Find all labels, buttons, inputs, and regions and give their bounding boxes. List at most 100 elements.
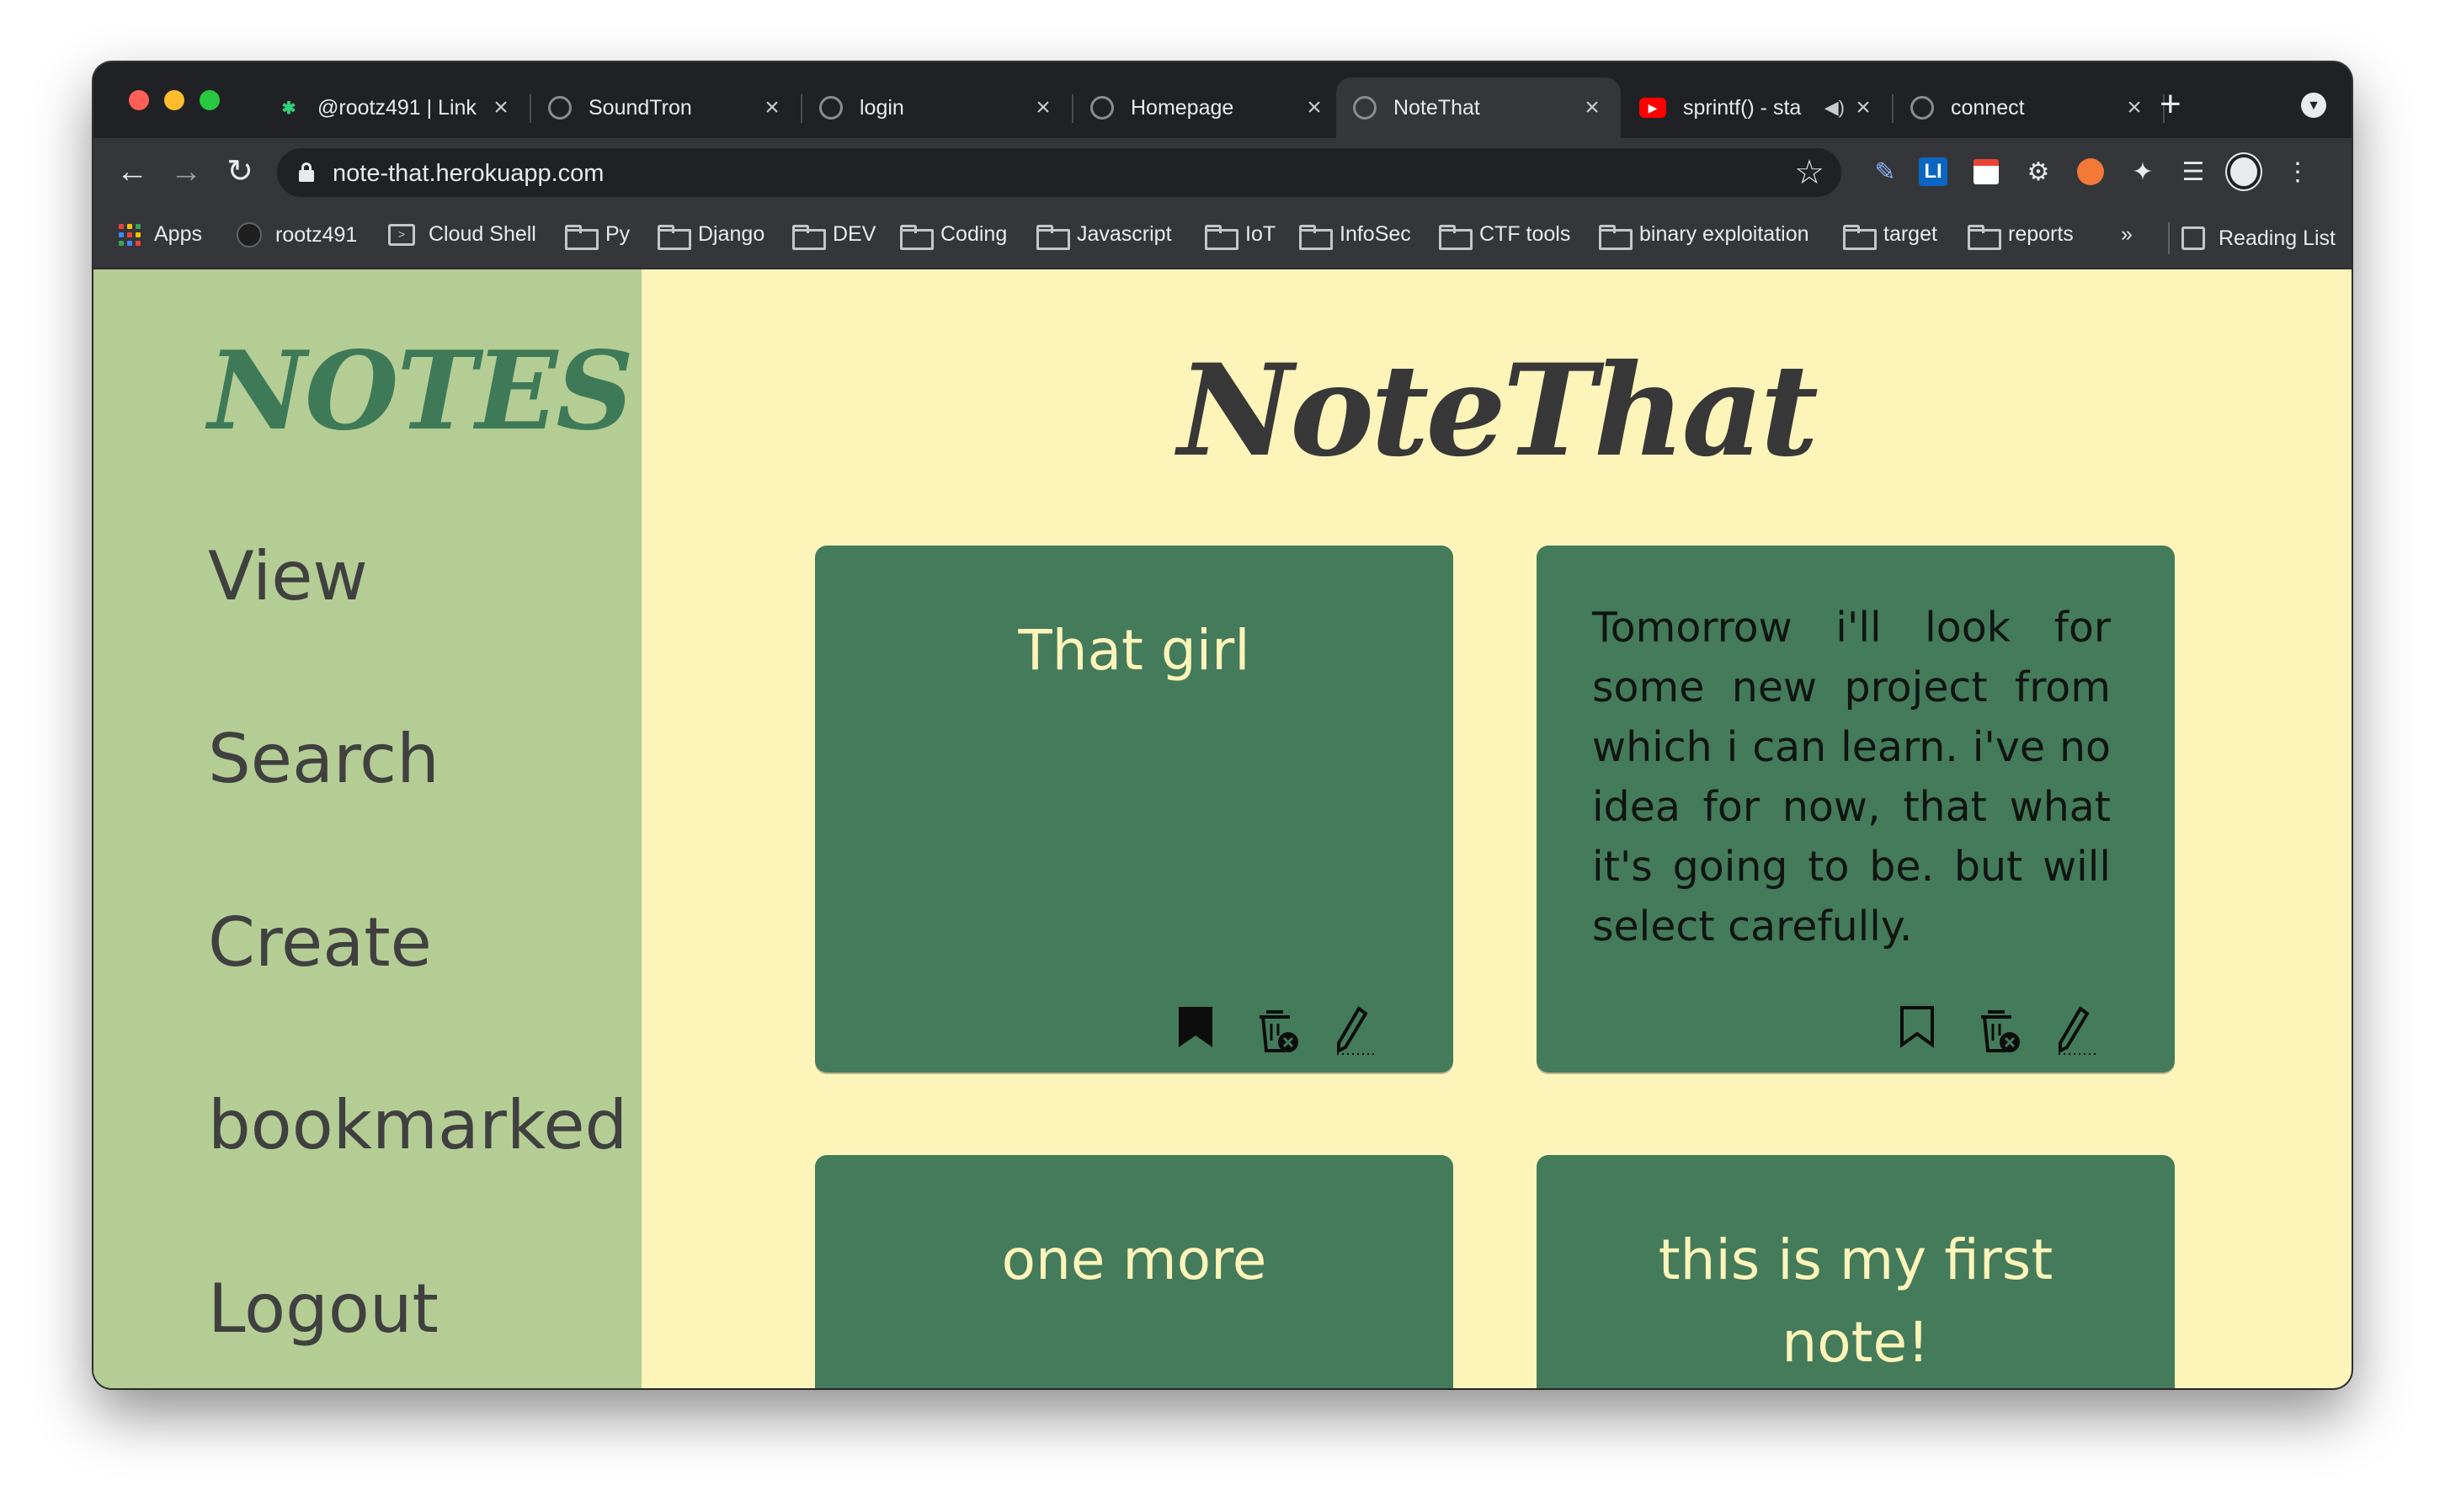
- lock-icon[interactable]: [299, 162, 314, 182]
- sidebar-item-bookmarked[interactable]: bookmarked: [208, 1086, 627, 1164]
- close-window-button[interactable]: [129, 90, 149, 110]
- tab-connect[interactable]: connect ×: [1894, 77, 2165, 138]
- bookmark-folder-target[interactable]: target: [1843, 222, 1937, 250]
- bookmark-label: Javascript: [1077, 222, 1172, 246]
- bookmark-folder-binary-exploitation[interactable]: binary exploitation: [1599, 222, 1809, 250]
- folder-icon: [658, 224, 691, 250]
- url-text[interactable]: note-that.herokuapp.com: [333, 160, 604, 188]
- close-tab-icon[interactable]: ×: [1031, 93, 1055, 122]
- tab-linktree[interactable]: ✱ @rootz491 | Link ×: [260, 77, 531, 138]
- extensions-puzzle-icon[interactable]: ✦: [2126, 155, 2160, 189]
- bookmark-label: binary exploitation: [1639, 222, 1809, 246]
- orange-extension-icon[interactable]: [2074, 155, 2107, 189]
- bookmark-label: DEV: [833, 222, 876, 246]
- folder-icon: [1036, 224, 1070, 250]
- page-title: NoteThat: [1177, 337, 1819, 485]
- bookmark-rootz491[interactable]: rootz491: [237, 222, 357, 248]
- globe-icon: [1353, 96, 1377, 120]
- note-card: one more: [815, 1155, 1453, 1388]
- edit-pencil-icon[interactable]: [1332, 1005, 1379, 1057]
- tab-strip: ✱ @rootz491 | Link × SoundTron × login ×…: [93, 62, 2352, 138]
- bookmark-folder-coding[interactable]: Coding: [900, 222, 1008, 250]
- address-bar[interactable]: note-that.herokuapp.com ☆: [277, 148, 1841, 197]
- tab-title: Homepage: [1131, 95, 1234, 120]
- close-tab-icon[interactable]: ×: [1302, 93, 1326, 122]
- apps-grid-icon: [119, 223, 141, 246]
- reading-list-icon: [2181, 226, 2205, 250]
- browser-menu-icon[interactable]: ⋮: [2281, 155, 2314, 189]
- bookmark-label: reports: [2008, 222, 2074, 246]
- note-text: Tomorrow i'll look for some new project …: [1592, 604, 2111, 950]
- note-card: this is my first note!: [1537, 1155, 2175, 1388]
- reload-button[interactable]: ↻: [221, 153, 258, 190]
- note-card: That girl: [815, 546, 1453, 1073]
- bookmark-folder-reports[interactable]: reports: [1968, 222, 2074, 250]
- bookmark-filled-icon[interactable]: [1177, 1005, 1224, 1057]
- bookmark-cloud-shell[interactable]: > Cloud Shell: [388, 222, 536, 247]
- back-button[interactable]: ←: [114, 153, 151, 190]
- bookmark-label: target: [1883, 222, 1937, 246]
- calendar-extension-icon[interactable]: [1969, 155, 2003, 189]
- bookmarks-overflow-button[interactable]: »: [2121, 222, 2133, 247]
- bookmark-folder-infosec[interactable]: InfoSec: [1299, 222, 1411, 250]
- sidebar-item-view[interactable]: View: [208, 537, 368, 615]
- close-tab-icon[interactable]: ×: [489, 93, 513, 122]
- media-controls-icon[interactable]: ☰: [2176, 155, 2210, 189]
- bookmark-folder-py[interactable]: Py: [565, 222, 631, 250]
- li-extension-icon[interactable]: LI: [1919, 157, 1947, 186]
- window-controls: [129, 90, 220, 110]
- delete-icon[interactable]: [1254, 1005, 1302, 1057]
- close-tab-icon[interactable]: ×: [1580, 93, 1604, 122]
- globe-icon: [1910, 96, 1934, 120]
- globe-icon: [1090, 96, 1114, 120]
- bookmark-label: rootz491: [275, 222, 358, 247]
- sidebar-logo: NOTES: [208, 328, 634, 455]
- gear-extension-icon[interactable]: ⚙: [2022, 155, 2055, 189]
- youtube-icon: ▶: [1639, 98, 1666, 118]
- tab-sprintf[interactable]: ▶ sprintf() - sta ◀) ×: [1622, 77, 1894, 138]
- linktree-icon: ✱: [281, 98, 296, 118]
- folder-icon: [1843, 224, 1877, 250]
- sidebar-item-search[interactable]: Search: [208, 720, 439, 798]
- folder-icon: [565, 224, 599, 250]
- bookmark-folder-django[interactable]: Django: [658, 222, 765, 250]
- pen-extension-icon[interactable]: ✎: [1868, 155, 1902, 189]
- profile-avatar[interactable]: [2227, 154, 2261, 189]
- tab-notethat[interactable]: NoteThat ×: [1336, 77, 1621, 138]
- tab-soundtron[interactable]: SoundTron ×: [531, 77, 802, 138]
- edit-pencil-icon[interactable]: [2053, 1005, 2101, 1057]
- github-icon: [237, 222, 262, 248]
- bookmark-label: Coding: [940, 222, 1008, 246]
- tab-login[interactable]: login ×: [802, 77, 1073, 138]
- bookmark-outline-icon[interactable]: [1899, 1005, 1946, 1057]
- reading-list-button[interactable]: Reading List: [2168, 222, 2336, 254]
- bookmark-label: CTF tools: [1479, 222, 1571, 246]
- sidebar-item-logout[interactable]: Logout: [208, 1270, 439, 1348]
- new-tab-button[interactable]: +: [2160, 86, 2181, 123]
- tab-title: NoteThat: [1393, 95, 1480, 120]
- close-tab-icon[interactable]: ×: [1851, 93, 1875, 122]
- tab-title: sprintf() - sta: [1683, 95, 1802, 120]
- audio-playing-icon[interactable]: ◀): [1824, 97, 1845, 119]
- note-text: this is my first note!: [1658, 1227, 2053, 1375]
- bookmark-label: Django: [698, 222, 765, 246]
- sidebar-item-create[interactable]: Create: [208, 903, 432, 982]
- close-tab-icon[interactable]: ×: [760, 93, 784, 122]
- bookmark-folder-iot[interactable]: IoT: [1205, 222, 1276, 250]
- bookmark-folder-ctf-tools[interactable]: CTF tools: [1439, 222, 1571, 250]
- minimize-window-button[interactable]: [164, 90, 184, 110]
- maximize-window-button[interactable]: [200, 90, 220, 110]
- bookmark-label: Py: [605, 222, 631, 246]
- tab-homepage[interactable]: Homepage ×: [1073, 77, 1343, 138]
- sidebar: NOTES View Search Create bookmarked Logo…: [93, 269, 642, 1388]
- bookmark-folder-javascript[interactable]: Javascript: [1036, 222, 1172, 250]
- bookmark-folder-dev[interactable]: DEV: [792, 222, 876, 250]
- bookmark-star-icon[interactable]: ☆: [1794, 153, 1824, 192]
- bookmark-label: Cloud Shell: [429, 222, 536, 246]
- folder-icon: [792, 224, 826, 250]
- bookmark-apps[interactable]: Apps: [119, 222, 202, 247]
- delete-icon[interactable]: [1976, 1005, 2023, 1057]
- tab-search-button[interactable]: ▼: [2301, 93, 2326, 118]
- close-tab-icon[interactable]: ×: [2123, 93, 2146, 122]
- forward-button[interactable]: →: [168, 153, 205, 190]
